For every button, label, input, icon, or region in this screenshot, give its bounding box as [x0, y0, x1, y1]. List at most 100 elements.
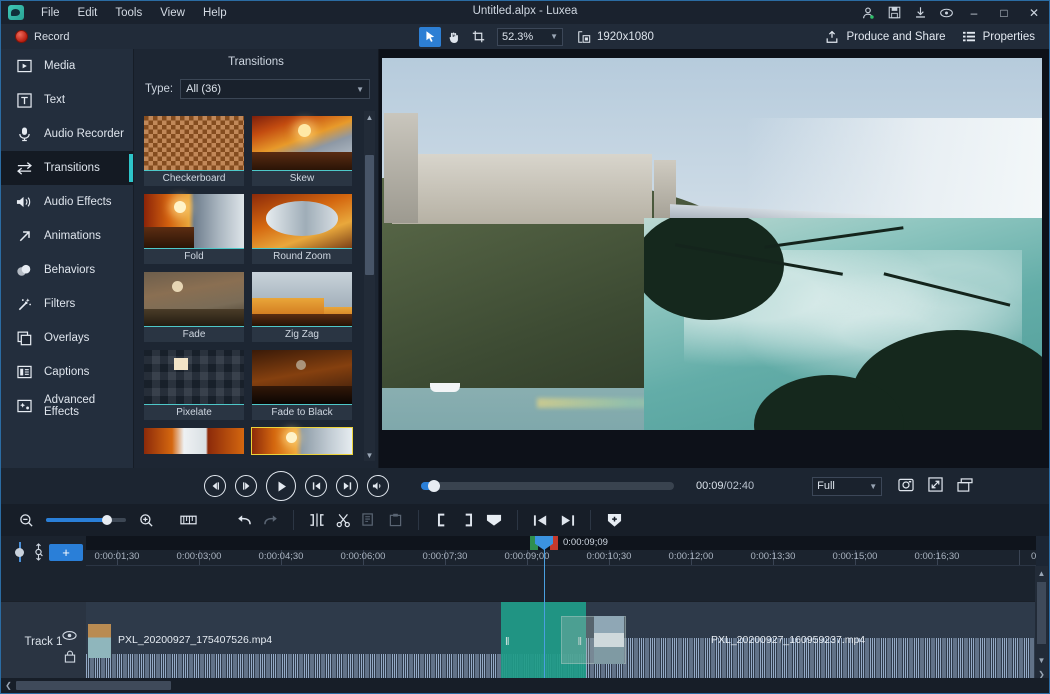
camera-icon[interactable]	[898, 477, 914, 495]
fit-timeline-icon[interactable]	[175, 508, 201, 532]
transition-tile-zig-zag[interactable]: Zig Zag	[252, 272, 352, 342]
preview-quality-select[interactable]: Full ▼	[812, 477, 882, 496]
transition-tile-round-zoom[interactable]: Round Zoom	[252, 194, 352, 264]
menu-item-edit[interactable]: Edit	[69, 4, 107, 22]
media-icon	[15, 57, 33, 75]
timeline-track-1[interactable]: PXL_20200927_175407526.mp4 PXL_20200927_…	[86, 601, 1036, 681]
timeline-ruler[interactable]: 0:00:01;30 0:00:03;00 0:00:04;30 0:00:06…	[86, 536, 1036, 566]
scissors-icon[interactable]	[330, 508, 356, 532]
maximize-button[interactable]: □	[989, 1, 1019, 24]
paste-icon[interactable]	[382, 508, 408, 532]
menu-item-tools[interactable]: Tools	[106, 4, 151, 22]
sidebar-item-captions[interactable]: Captions	[1, 355, 133, 389]
transition-tile-partial-left[interactable]	[144, 428, 244, 454]
zoom-out-icon[interactable]	[13, 508, 39, 532]
account-icon[interactable]	[855, 1, 881, 24]
undo-icon[interactable]	[231, 508, 257, 532]
hand-icon[interactable]	[443, 27, 465, 47]
sidebar-item-advanced-effects[interactable]: Advanced Effects	[1, 389, 133, 423]
menu-item-help[interactable]: Help	[194, 4, 236, 22]
menu-item-file[interactable]: File	[32, 4, 69, 22]
seek-handle[interactable]	[428, 480, 440, 492]
sync-icon[interactable]	[933, 1, 959, 24]
timeline-vertical-scrollbar[interactable]: ▲ ▼ ❯	[1035, 566, 1048, 681]
sidebar-item-media[interactable]: Media	[1, 49, 133, 83]
chevron-down-icon[interactable]: ▼	[366, 449, 374, 461]
produce-and-share-button[interactable]: Produce and Share	[825, 30, 945, 44]
zoom-slider-handle[interactable]	[102, 515, 112, 525]
type-filter-select[interactable]: All (36) ▼	[180, 79, 370, 99]
sidebar-item-audio-recorder[interactable]: Audio Recorder	[1, 117, 133, 151]
eye-icon[interactable]	[62, 630, 77, 644]
sidebar-item-overlays[interactable]: Overlays	[1, 321, 133, 355]
download-icon[interactable]	[907, 1, 933, 24]
previous-edit-icon[interactable]	[528, 508, 554, 532]
transition-tile-fade-to-black[interactable]: Fade to Black	[252, 350, 352, 420]
next-edit-icon[interactable]	[554, 508, 580, 532]
step-forward-button[interactable]	[235, 475, 257, 497]
chevron-up-icon[interactable]: ▲	[1035, 566, 1048, 580]
seek-bar[interactable]	[421, 482, 674, 490]
go-to-start-button[interactable]	[305, 475, 327, 497]
scrollbar-thumb[interactable]	[1037, 582, 1046, 644]
sidebar-item-behaviors[interactable]: Behaviors	[1, 253, 133, 287]
project-resolution[interactable]: 1920x1080	[577, 30, 654, 44]
redo-icon[interactable]	[257, 508, 283, 532]
chevron-up-icon[interactable]: ▲	[366, 111, 374, 123]
minimize-button[interactable]: –	[959, 1, 989, 24]
windows-icon[interactable]	[957, 478, 973, 495]
sidebar-item-text[interactable]: Text	[1, 83, 133, 117]
toolbar-divider	[590, 510, 591, 530]
timeline-clip-2[interactable]: PXL_20200927_160959237.mp4	[586, 602, 1036, 681]
sidebar-item-filters[interactable]: Filters	[1, 287, 133, 321]
transitions-grid[interactable]: Checkerboard Skew Fold	[140, 111, 364, 461]
transition-tile-pixelate[interactable]: Pixelate	[144, 350, 244, 420]
save-icon[interactable]	[881, 1, 907, 24]
scrollbar-thumb[interactable]	[365, 155, 374, 275]
record-button[interactable]: Record	[1, 30, 136, 43]
volume-button[interactable]	[367, 475, 389, 497]
step-back-button[interactable]	[204, 475, 226, 497]
preview-actions	[898, 477, 973, 495]
chevron-left-icon[interactable]: ❮	[1, 681, 16, 690]
lock-icon[interactable]	[64, 650, 76, 666]
split-clip-icon[interactable]	[304, 508, 330, 532]
add-marker-icon[interactable]	[601, 508, 627, 532]
transition-tile-partial-right-selected[interactable]	[252, 428, 352, 454]
sidebar-item-audio-effects[interactable]: Audio Effects	[1, 185, 133, 219]
zoom-in-icon[interactable]	[133, 508, 159, 532]
scrollbar-thumb[interactable]	[16, 681, 171, 690]
advanced-effects-icon	[15, 397, 33, 415]
crop-icon[interactable]	[467, 27, 489, 47]
play-button[interactable]	[266, 471, 296, 501]
mark-out-icon[interactable]	[455, 508, 481, 532]
go-to-end-button[interactable]	[336, 475, 358, 497]
playhead-line[interactable]	[544, 536, 545, 681]
track-zoom-icon[interactable]	[31, 542, 45, 562]
video-preview[interactable]	[379, 49, 1050, 468]
transition-tile-fade[interactable]: Fade	[144, 272, 244, 342]
cursor-arrow-icon[interactable]	[419, 27, 441, 47]
close-button[interactable]: ✕	[1019, 1, 1049, 24]
menu-item-view[interactable]: View	[151, 4, 194, 22]
transition-tile-fold[interactable]: Fold	[144, 194, 244, 264]
zoom-level-select[interactable]: 52.3% ▼	[497, 28, 563, 46]
playhead-marker[interactable]	[530, 536, 558, 550]
timeline-horizontal-scrollbar[interactable]: ❮	[1, 678, 1049, 693]
timeline-zoom-slider[interactable]	[46, 518, 126, 522]
sidebar-item-transitions[interactable]: Transitions	[1, 151, 133, 185]
expand-icon[interactable]	[928, 477, 943, 495]
marker-icon[interactable]	[481, 508, 507, 532]
add-track-button[interactable]: +	[49, 544, 83, 561]
transition-left-handle[interactable]: ‖	[505, 636, 510, 648]
track-height-handle[interactable]	[15, 548, 24, 557]
track-header-1[interactable]: Track 1	[1, 601, 86, 681]
properties-button[interactable]: Properties	[962, 31, 1035, 43]
sidebar-item-animations[interactable]: Animations	[1, 219, 133, 253]
transition-tile-skew[interactable]: Skew	[252, 116, 352, 186]
transitions-scrollbar[interactable]: ▲ ▼	[364, 111, 375, 461]
copy-icon[interactable]	[356, 508, 382, 532]
transition-tile-checkerboard[interactable]: Checkerboard	[144, 116, 244, 186]
mark-in-icon[interactable]	[429, 508, 455, 532]
chevron-down-icon[interactable]: ▼	[1035, 653, 1048, 667]
